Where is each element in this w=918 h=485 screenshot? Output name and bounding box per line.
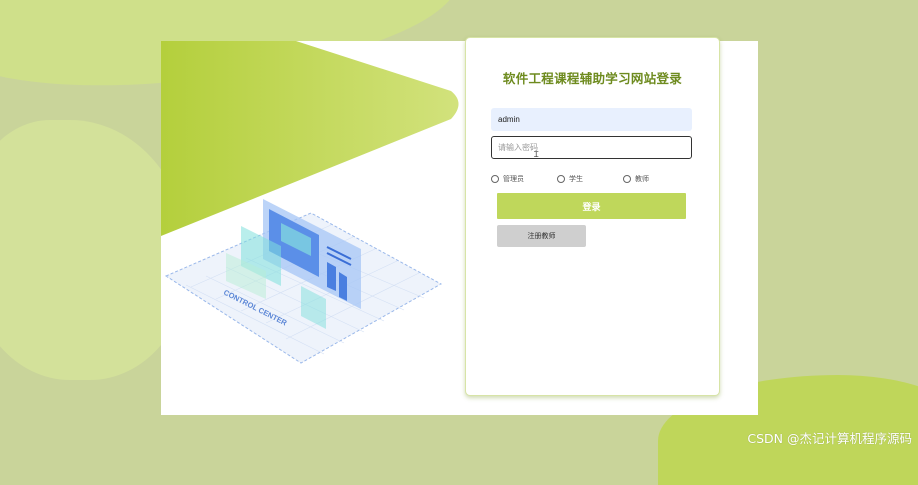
role-option-student[interactable]: 学生 bbox=[557, 174, 583, 184]
login-button[interactable]: 登录 bbox=[497, 193, 686, 219]
login-card: 软件工程课程辅助学习网站登录 admin 请输入密码 Ɪ 管理员 学生 教师 登… bbox=[465, 37, 720, 396]
text-cursor-icon: Ɪ bbox=[534, 150, 539, 159]
login-title: 软件工程课程辅助学习网站登录 bbox=[502, 72, 683, 86]
username-value: admin bbox=[498, 115, 520, 124]
radio-icon bbox=[623, 175, 631, 183]
watermark: CSDN @杰记计算机程序源码 bbox=[747, 431, 912, 446]
green-wedge-shape bbox=[161, 41, 459, 236]
password-field[interactable]: 请输入密码 bbox=[491, 136, 692, 159]
username-field[interactable]: admin bbox=[491, 108, 692, 131]
role-selector: 管理员 学生 教师 bbox=[491, 174, 701, 186]
role-label: 学生 bbox=[569, 176, 583, 183]
password-placeholder: 请输入密码 bbox=[498, 143, 538, 152]
role-option-teacher[interactable]: 教师 bbox=[623, 174, 649, 184]
register-teacher-button[interactable]: 注册教师 bbox=[497, 225, 586, 247]
role-option-admin[interactable]: 管理员 bbox=[491, 174, 524, 184]
role-label: 管理员 bbox=[503, 176, 524, 183]
radio-icon bbox=[491, 175, 499, 183]
role-label: 教师 bbox=[635, 176, 649, 183]
radio-icon bbox=[557, 175, 565, 183]
